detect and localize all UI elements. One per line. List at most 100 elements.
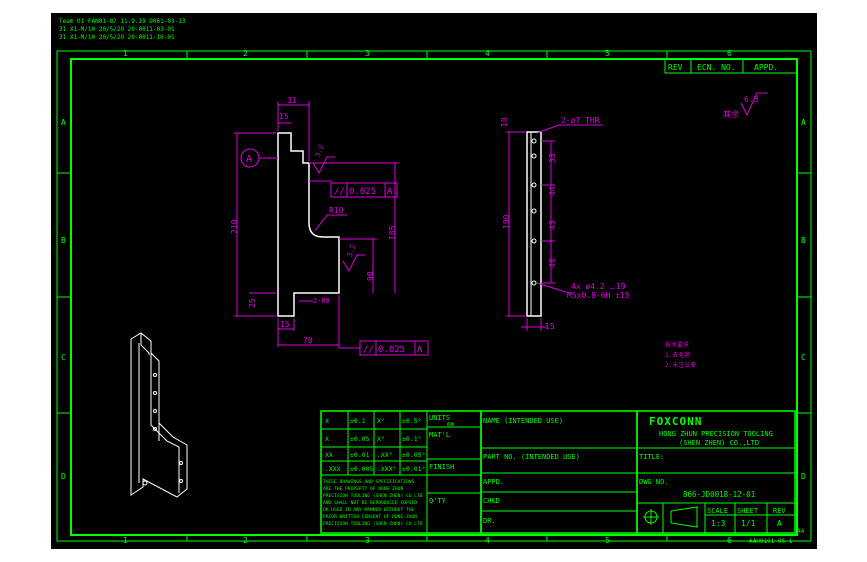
tol-r2-c3: X°	[377, 435, 385, 443]
tol2-symbol: //	[363, 345, 374, 355]
dim-height: 210	[230, 219, 239, 234]
label-appd: APPD.	[483, 478, 504, 486]
note-line-1: Team 01 FAN01-87 11.9.19 D061-03-13	[59, 18, 186, 25]
tol-r2-c2: ±0.05	[350, 435, 370, 443]
notice-4: AND SHALL NOT BE REPRODUCED COPIED	[323, 500, 417, 506]
label-dr: DR.	[483, 517, 496, 525]
revision-block: REV ECN. NO. APPD.	[664, 58, 798, 74]
surface-finish-symbol: 其余 6.3	[723, 92, 767, 119]
side-dim-width: 15	[545, 322, 555, 331]
tol-r3-c1: XX	[325, 451, 333, 459]
rev-header: REV	[668, 63, 683, 72]
side-dim-total: 190	[502, 214, 511, 229]
tol1-value: 0.025	[349, 187, 376, 197]
zone-row-a-right: A	[801, 118, 806, 127]
notice-1: THESE DRAWINGS AND SPECIFICATIONS	[323, 479, 415, 485]
zone-col-2-bottom: 2	[243, 536, 248, 545]
name-block: NAME (INTENDED USE) PART NO. (INTENDED U…	[480, 410, 638, 534]
notice-3: PRECISION TOOLING (SHEN ZHEN) CO LTD	[323, 493, 423, 499]
side-dim-d4: 40	[548, 258, 557, 268]
tol-r1-c2: ±0.1	[350, 417, 366, 425]
isometric-view	[130, 332, 188, 498]
tech-note-1: 技术要求	[665, 341, 689, 349]
surface-value: 6.3	[744, 95, 759, 104]
tol-r3-c2: ±0.01	[350, 451, 370, 459]
zone-col-6-bottom: 6	[727, 536, 732, 545]
tol-r3-c3: .XX°	[377, 451, 393, 459]
zone-col-5-top: 5	[605, 49, 610, 58]
label-chkd: CHKD	[483, 497, 500, 505]
tol-r4-c1: .XXX	[325, 465, 341, 473]
dwg-number: 866-JD0018-12-01	[683, 490, 755, 499]
tol-r4-c4: ±0.01°	[402, 465, 425, 473]
side-hole-spec-2: M5x0.8-6H ↧15	[567, 291, 630, 300]
size-label: A4	[797, 528, 805, 535]
zone-row-d-left: D	[61, 472, 66, 481]
zone-row-d-right: D	[801, 472, 806, 481]
title-block: FOXCONN HONG ZHUN PRECISION TOOLING (SHE…	[636, 410, 796, 534]
tech-notes: 技术要求 1.去毛刺 2.未注公差	[665, 341, 696, 369]
notice-7: PRECISION TOOLING (SHEN ZHEN) CO LTD	[323, 521, 423, 527]
company-name-1: HONG ZHUN PRECISION TOOLING	[659, 430, 773, 438]
dim-offset: 15	[279, 112, 289, 121]
label-part-no: PART NO. (INTENDED USE)	[483, 453, 580, 461]
notice-5: OR USED IN ANY MANNER WITHOUT THE	[323, 507, 415, 513]
zone-col-6-top: 6	[727, 49, 732, 58]
label-matl: MAT'L	[429, 431, 450, 439]
sheet-value: 1/1	[741, 519, 756, 528]
form-code: AAH0101-05-1	[749, 538, 793, 545]
zone-col-2-top: 2	[243, 49, 248, 58]
tol-r3-c4: ±0.05°	[402, 451, 425, 459]
ecn-header: ECN. NO.	[697, 63, 736, 72]
note-line-2: 31 X1-M/10 20/5/20 20-0011-03-01	[59, 26, 175, 33]
label-sheet: SHEET	[737, 507, 759, 515]
side-dim-d1: 33	[548, 153, 557, 163]
surface-note: 其余	[723, 109, 739, 119]
tol-r4-c2: ±0.005	[350, 465, 374, 473]
zone-col-3-bottom: 3	[365, 536, 370, 545]
zone-col-1-bottom: 1	[123, 536, 128, 545]
rev-value: A	[777, 519, 782, 528]
rough-2: 3.2	[346, 243, 358, 258]
side-dim-d3: 43	[548, 220, 557, 230]
tol2-value: 0.025	[378, 345, 405, 355]
company-brand: FOXCONN	[649, 415, 702, 428]
zone-col-4-bottom: 4	[485, 536, 490, 545]
tol-r2-c4: ±0.1°	[402, 435, 422, 443]
zone-row-b-left: B	[61, 236, 66, 245]
tol1-symbol: //	[334, 187, 345, 197]
zone-row-c-left: C	[61, 353, 66, 362]
label-title: TITLE:	[639, 453, 664, 461]
side-dim-top: 10	[500, 117, 509, 127]
tol-r1-c4: ±0.5°	[402, 417, 422, 425]
label-rev: REV	[773, 507, 786, 515]
dim-top-width: 31	[287, 96, 297, 105]
drawing-sheet: Team 01 FAN01-87 11.9.19 D061-03-13 31 X…	[51, 13, 817, 549]
tolerance-table: X ±0.1 X° ±0.5° X ±0.05 X° ±0.1° XX ±0.0…	[320, 410, 482, 534]
side-hole-spec-1: 4x ø4.2 ⌴19	[571, 282, 626, 291]
label-scale: SCALE	[707, 507, 728, 515]
notice-2: ARE THE PROPERTY OF HONG ZHUN	[323, 486, 403, 492]
dim-slot: 2-R8	[313, 297, 330, 305]
cad-canvas[interactable]: Team 01 FAN01-87 11.9.19 D061-03-13 31 X…	[51, 13, 817, 549]
tol-r1-c3: X°	[377, 417, 385, 425]
side-view: 190 10 33 44 43 40 2-ø7 THR 4x ø4.2 ⌴19 …	[500, 116, 630, 331]
zone-col-4-top: 4	[485, 49, 490, 58]
note-line-3: 31 X1-M/10 20/5/20 20-0011-10-01	[59, 34, 175, 41]
zone-col-1-top: 1	[123, 49, 128, 58]
label-dwg-no: DWG NO.	[639, 478, 669, 486]
company-name-2: (SHEN ZHEN) CO.,LTD	[679, 439, 759, 447]
tol-r2-c1: X	[325, 435, 329, 443]
zone-row-c-right: C	[801, 353, 806, 362]
rough-1: 3.2	[314, 143, 326, 158]
zone-row-b-right: B	[801, 236, 806, 245]
appd-header: APPD.	[754, 63, 778, 72]
dim-bottom: 25	[248, 298, 257, 308]
dim-mid-height: 185	[388, 225, 397, 240]
tol-r1-c1: X	[325, 417, 329, 425]
front-view: A 31 15 210 185 90 25 15 70 R10 2-R8 3.2…	[230, 96, 429, 356]
dim-length: 70	[303, 336, 313, 345]
side-dim-d2: 44	[548, 186, 557, 196]
tech-note-3: 2.未注公差	[665, 361, 696, 369]
side-hole-note: 2-ø7 THR	[561, 116, 600, 125]
